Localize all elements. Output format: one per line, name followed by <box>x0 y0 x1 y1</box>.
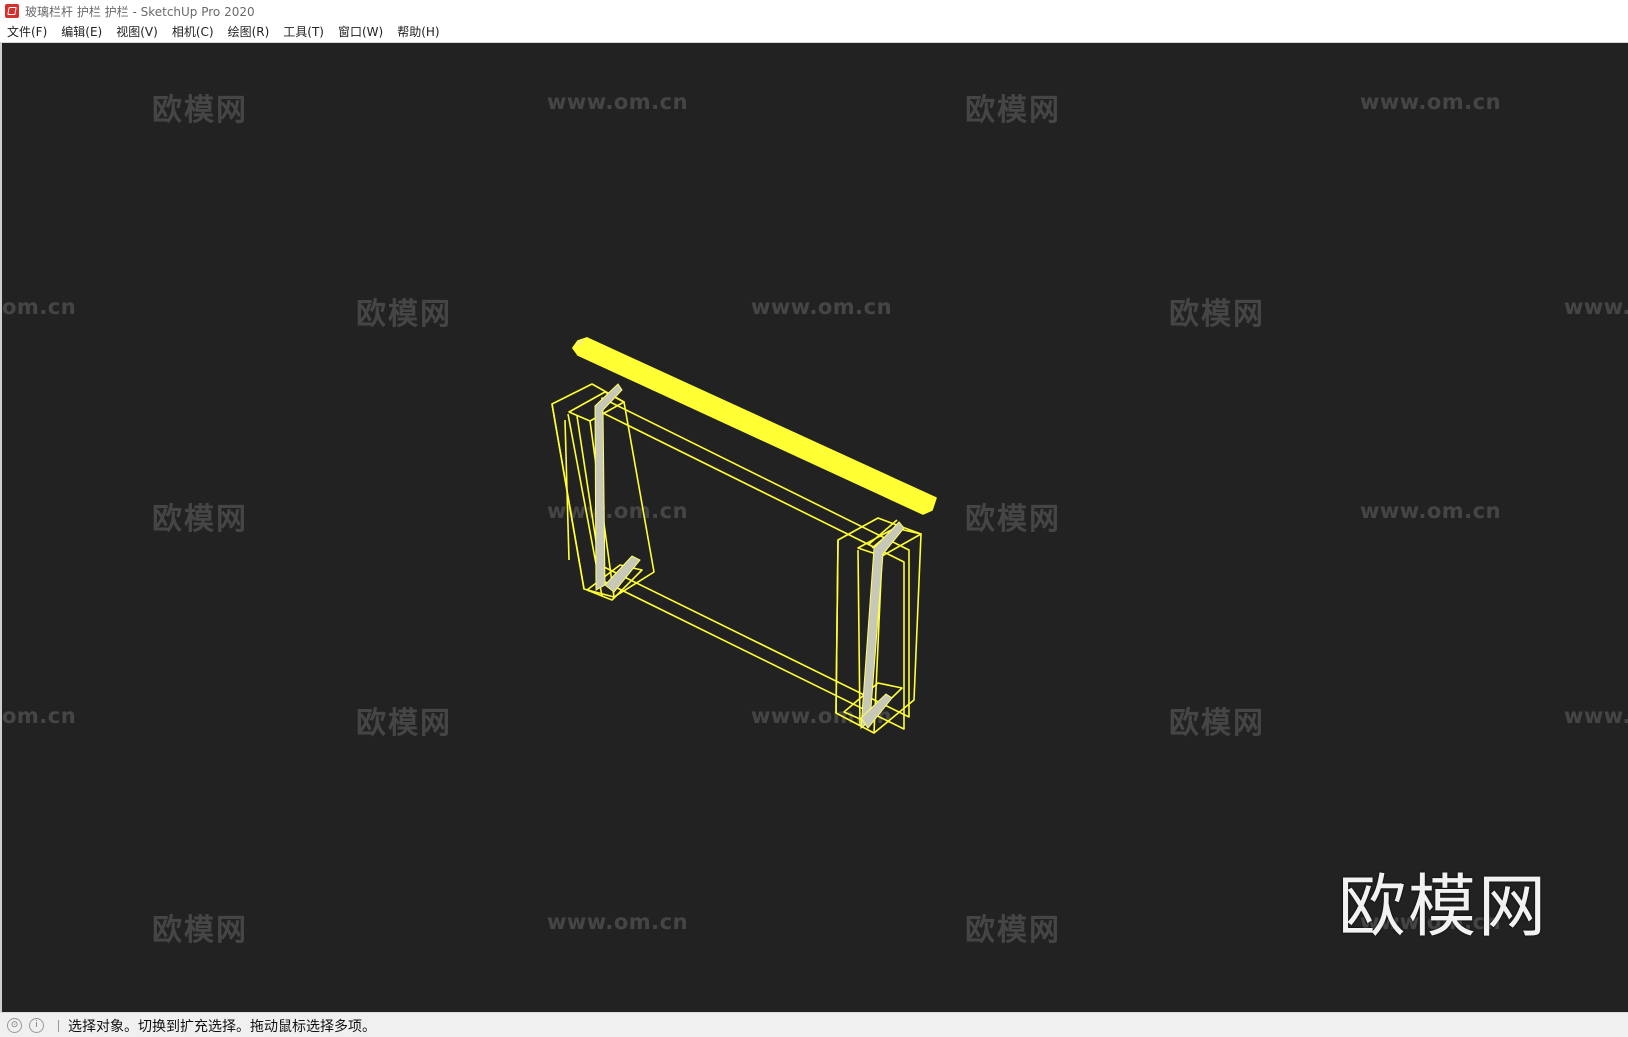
menu-view[interactable]: 视图(V) <box>109 22 165 42</box>
status-bar: ⊙ i 选择对象。切换到扩充选择。拖动鼠标选择多项。 <box>0 1012 1628 1037</box>
railing-model[interactable] <box>2 43 1628 1012</box>
window-title: 玻璃栏杆 护栏 护栏 - SketchUp Pro 2020 <box>25 4 255 19</box>
status-message: 选择对象。切换到扩充选择。拖动鼠标选择多项。 <box>68 1018 376 1035</box>
menu-help[interactable]: 帮助(H) <box>390 22 446 42</box>
status-divider <box>58 1019 59 1032</box>
title-bar: 玻璃栏杆 护栏 护栏 - SketchUp Pro 2020 <box>0 0 1628 22</box>
geo-location-icon[interactable]: ⊙ <box>7 1018 22 1033</box>
sketchup-logo-icon <box>5 4 19 18</box>
sketchup-window: 玻璃栏杆 护栏 护栏 - SketchUp Pro 2020 文件(F) 编辑(… <box>0 0 1628 1037</box>
menu-window[interactable]: 窗口(W) <box>331 22 390 42</box>
menu-draw[interactable]: 绘图(R) <box>221 22 277 42</box>
menu-tools[interactable]: 工具(T) <box>276 22 331 42</box>
menu-edit[interactable]: 编辑(E) <box>54 22 109 42</box>
info-icon[interactable]: i <box>29 1018 44 1033</box>
menu-camera[interactable]: 相机(C) <box>165 22 221 42</box>
3d-viewport[interactable]: 欧模网 www.om.cn 欧模网 www.om.cn om.cn 欧模网 ww… <box>0 43 1628 1012</box>
menu-file[interactable]: 文件(F) <box>0 22 54 42</box>
menu-bar: 文件(F) 编辑(E) 视图(V) 相机(C) 绘图(R) 工具(T) 窗口(W… <box>0 22 1628 43</box>
